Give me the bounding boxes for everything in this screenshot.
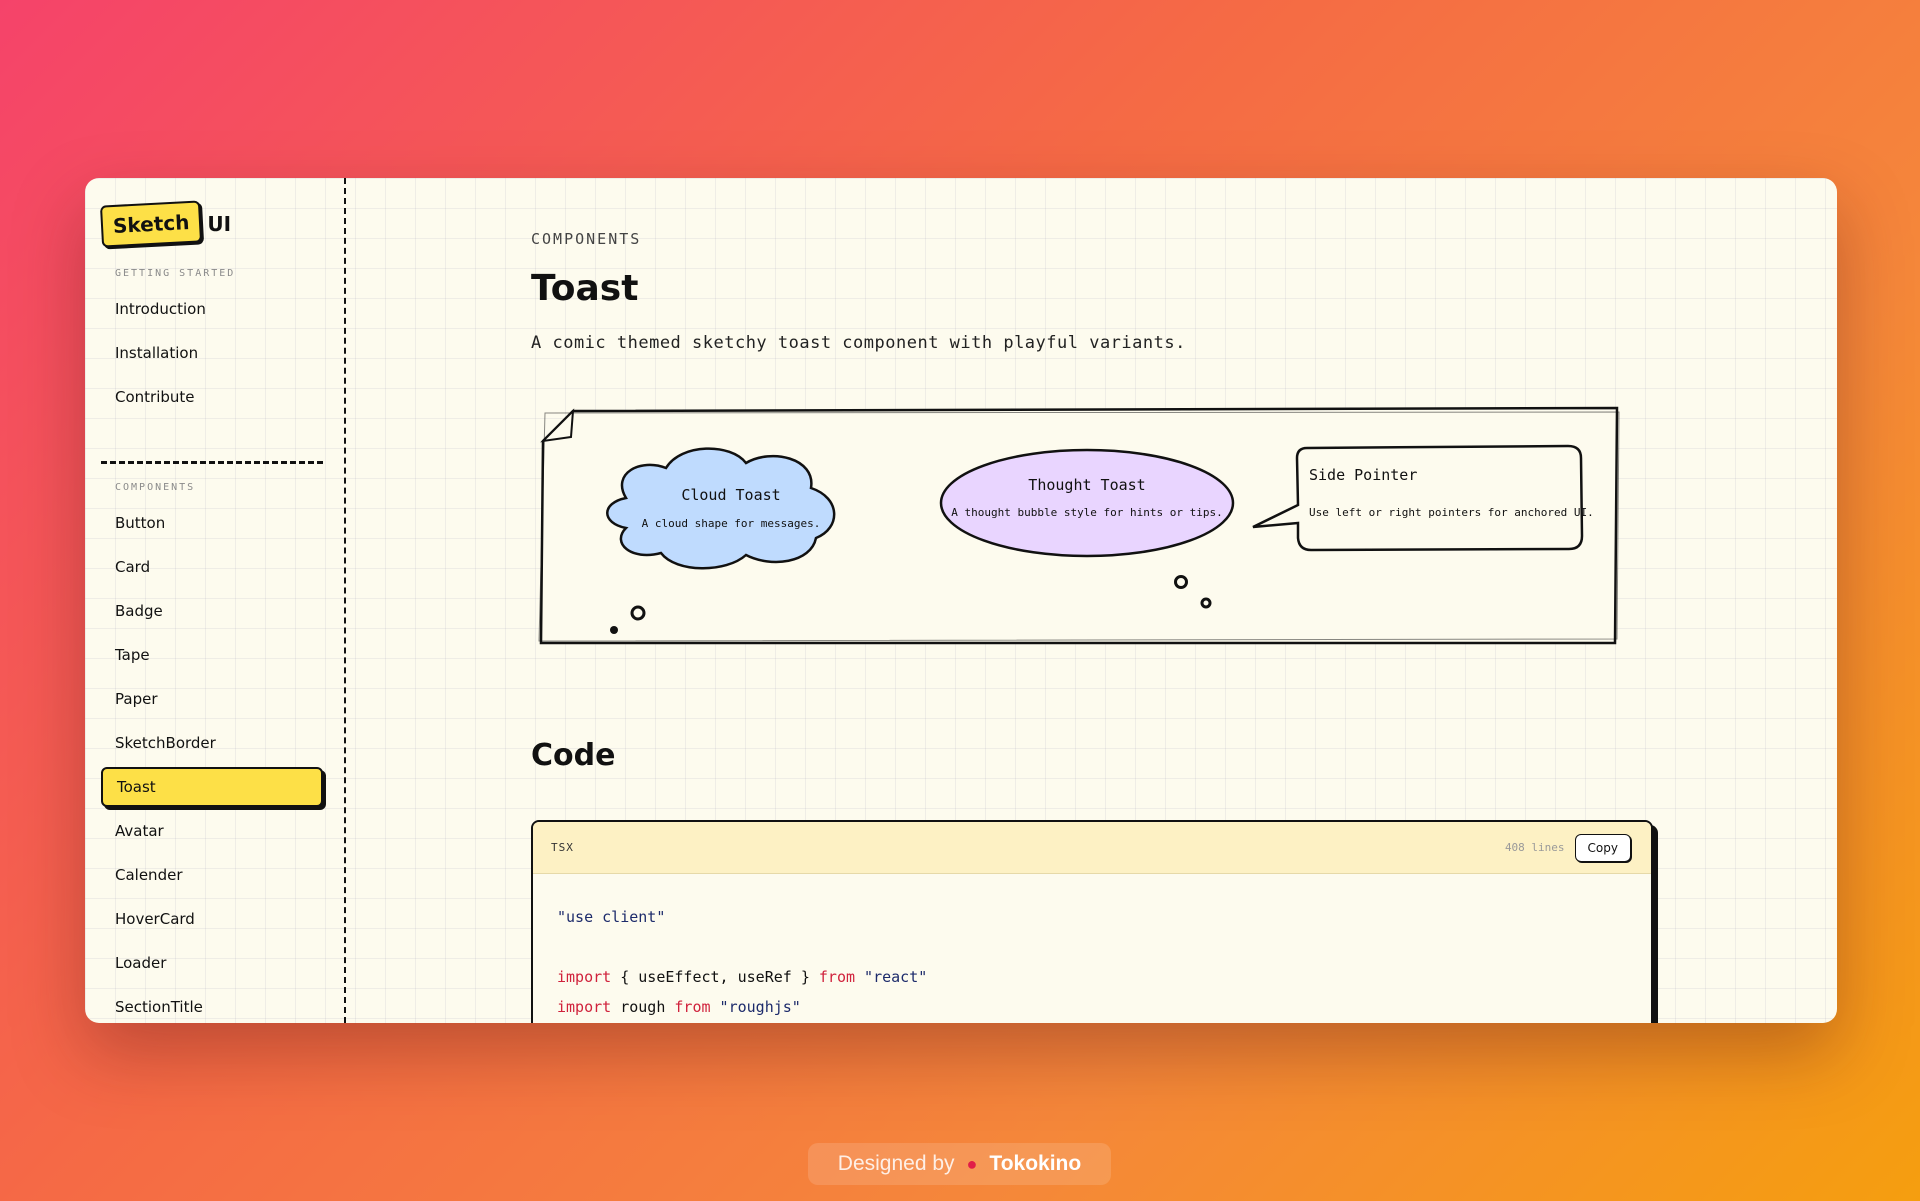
sidebar-item-introduction[interactable]: Introduction bbox=[101, 289, 328, 329]
code-string: "use client" bbox=[557, 908, 666, 926]
sidebar-item-installation[interactable]: Installation bbox=[101, 333, 328, 373]
sidebar-item-calender[interactable]: Calender bbox=[101, 855, 328, 895]
sidebar-item-toast[interactable]: Toast bbox=[101, 767, 323, 807]
sidebar-item-avatar[interactable]: Avatar bbox=[101, 811, 328, 851]
sidebar-item-sectiontitle[interactable]: SectionTitle bbox=[101, 987, 328, 1023]
cloud-tail-dot-small bbox=[610, 626, 618, 634]
code-block: TSX 408 lines Copy "use client" import {… bbox=[531, 820, 1653, 1023]
code-line: "use client" bbox=[557, 902, 1627, 932]
sidebar-item-loader[interactable]: Loader bbox=[101, 943, 328, 983]
side-pointer-toast[interactable]: Side Pointer Use left or right pointers … bbox=[1252, 444, 1594, 552]
designer-name: Tokokino bbox=[989, 1152, 1082, 1175]
sidebar-item-badge[interactable]: Badge bbox=[101, 591, 328, 631]
code-block-header: TSX 408 lines Copy bbox=[533, 822, 1651, 874]
code-text: rough bbox=[611, 998, 675, 1016]
code-keyword: from bbox=[674, 998, 711, 1016]
toast-preview-panel: Cloud Toast A cloud shape for messages. … bbox=[538, 406, 1620, 645]
code-line-count: 408 lines bbox=[1504, 841, 1565, 854]
logo-suffix: UI bbox=[207, 212, 232, 236]
sidebar-item-sketchborder[interactable]: SketchBorder bbox=[101, 723, 328, 763]
code-body[interactable]: "use client" import { useEffect, useRef … bbox=[533, 874, 1651, 1023]
sidebar-item-paper[interactable]: Paper bbox=[101, 679, 328, 719]
cloud-toast-title: Cloud Toast bbox=[681, 486, 780, 504]
code-keyword: import bbox=[557, 998, 612, 1016]
page-description: A comic themed sketchy toast component w… bbox=[531, 333, 1186, 353]
app-window: Sketch UI GETTING STARTED Introduction I… bbox=[85, 178, 1837, 1023]
sidebar-item-button[interactable]: Button bbox=[101, 503, 328, 543]
breadcrumb: COMPONENTS bbox=[531, 230, 642, 248]
sidebar-divider bbox=[101, 461, 323, 464]
sidebar-item-hovercard[interactable]: HoverCard bbox=[101, 899, 328, 939]
page-title: Toast bbox=[531, 268, 639, 309]
code-section-title: Code bbox=[531, 738, 616, 773]
thought-toast-title: Thought Toast bbox=[1028, 476, 1145, 494]
code-string: "react" bbox=[855, 968, 928, 986]
code-text: { useEffect, useRef } bbox=[611, 968, 819, 986]
sidebar-item-card[interactable]: Card bbox=[101, 547, 328, 587]
code-language: TSX bbox=[551, 841, 574, 854]
section-label-getting-started: GETTING STARTED bbox=[115, 268, 236, 279]
sidebar-item-tape[interactable]: Tape bbox=[101, 635, 328, 675]
copy-button[interactable]: Copy bbox=[1574, 833, 1631, 862]
logo-badge: Sketch bbox=[99, 200, 203, 248]
code-keyword: from bbox=[818, 968, 856, 986]
sidebar-item-contribute[interactable]: Contribute bbox=[101, 377, 328, 417]
strawberry-icon: ● bbox=[966, 1153, 978, 1174]
code-keyword: import bbox=[557, 968, 612, 986]
sidebar: Sketch UI GETTING STARTED Introduction I… bbox=[85, 178, 346, 1023]
code-line: import rough from "roughjs" bbox=[557, 992, 1627, 1022]
section-label-components: COMPONENTS bbox=[115, 482, 196, 493]
designed-by-label: Designed by bbox=[837, 1152, 955, 1175]
side-pointer-title: Side Pointer bbox=[1309, 466, 1417, 484]
cloud-toast-text: A cloud shape for messages. bbox=[642, 517, 821, 530]
logo[interactable]: Sketch UI bbox=[99, 198, 328, 250]
designed-by-badge[interactable]: Designed by ● Tokokino bbox=[808, 1143, 1111, 1185]
side-pointer-text: Use left or right pointers for anchored … bbox=[1309, 506, 1594, 519]
code-string: "roughjs" bbox=[710, 998, 801, 1016]
thought-toast-text: A thought bubble style for hints or tips… bbox=[951, 506, 1223, 519]
code-line: import { useEffect, useRef } from "react… bbox=[557, 962, 1627, 992]
